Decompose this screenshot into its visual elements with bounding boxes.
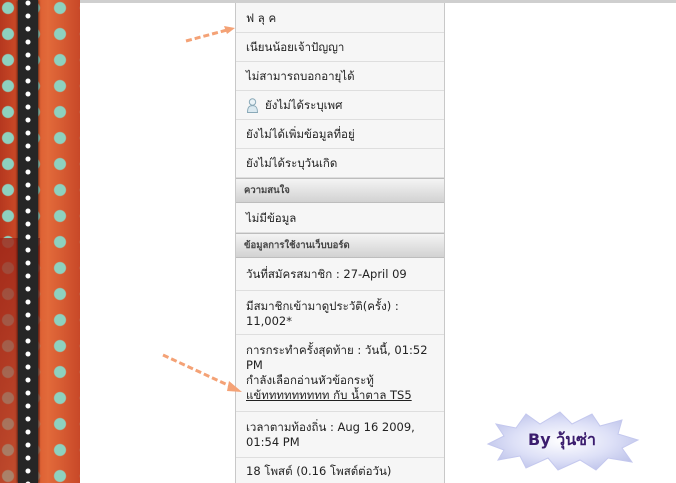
- last-action-text: การกระทำครั้งสุดท้าย : วันนี้, 01:52 PM: [246, 343, 428, 372]
- last-action-row: การกระทำครั้งสุดท้าย : วันนี้, 01:52 PM …: [236, 335, 444, 412]
- birthday-row: ยังไม่ได้ระบุวันเกิด: [236, 149, 444, 178]
- posts-text: 18 โพสต์ (0.16 โพสต์ต่อวัน): [246, 463, 392, 478]
- local-time-text: เวลาตามท้องถิ่น : Aug 16 2009, 01:54 PM: [246, 420, 415, 449]
- decorative-scrapbook-strip: [0, 0, 80, 483]
- address-text: ยังไม่ได้เพิ่มข้อมูลที่อยู่: [246, 127, 355, 141]
- profile-views-text: มีสมาชิกเข้ามาดูประวัติ(ครั้ง) : 11,002*: [246, 299, 399, 328]
- interests-header-label: ความสนใจ: [244, 185, 290, 196]
- reading-topic-link[interactable]: แข้ททททททททท กับ น้ำตาล TS5: [246, 388, 412, 402]
- age-text: ไม่สามารถบอกอายุได้: [246, 69, 355, 83]
- reading-prefix: กำลังเลือกอ่านหัวข้อกระทู้: [246, 373, 374, 387]
- interests-header: ความสนใจ: [236, 178, 444, 203]
- user-gender-icon: [246, 97, 259, 113]
- gender-row: ยังไม่ได้ระบุเพศ: [236, 91, 444, 120]
- stitched-ribbon: [18, 0, 38, 483]
- pointer-arrow-bottom: [162, 353, 242, 392]
- age-row: ไม่สามารถบอกอายุได้: [236, 62, 444, 91]
- profile-name-row: ฟ ลุ ค: [236, 3, 444, 33]
- board-info-header: ข้อมูลการใช้งานเว็บบอร์ด: [236, 233, 444, 258]
- birthday-text: ยังไม่ได้ระบุวันเกิด: [246, 156, 338, 170]
- member-title: เนียนน้อยเจ้าปัญญา: [246, 40, 345, 54]
- interests-value: ไม่มีข้อมูล: [246, 210, 297, 225]
- board-info-header-label: ข้อมูลการใช้งานเว็บบอร์ด: [244, 240, 350, 251]
- signature-text: By วุ้นซ่า: [528, 430, 596, 449]
- member-title-row: เนียนน้อยเจ้าปัญญา: [236, 33, 444, 62]
- profile-views-row: มีสมาชิกเข้ามาดูประวัติ(ครั้ง) : 11,002*: [236, 291, 444, 335]
- gender-text: ยังไม่ได้ระบุเพศ: [265, 98, 343, 112]
- joined-row: วันที่สมัครสมาชิก : 27-April 09: [236, 258, 444, 291]
- posts-row: 18 โพสต์ (0.16 โพสต์ต่อวัน): [236, 458, 444, 483]
- profile-panel: ฟ ลุ ค เนียนน้อยเจ้าปัญญา ไม่สามารถบอกอา…: [235, 3, 445, 483]
- pointer-arrow-top: [185, 26, 235, 43]
- joined-text: วันที่สมัครสมาชิก : 27-April 09: [246, 267, 407, 281]
- profile-name: ฟ ลุ ค: [246, 10, 277, 25]
- interests-row: ไม่มีข้อมูล: [236, 203, 444, 233]
- local-time-row: เวลาตามท้องถิ่น : Aug 16 2009, 01:54 PM: [236, 412, 444, 458]
- address-row: ยังไม่ได้เพิ่มข้อมูลที่อยู่: [236, 120, 444, 149]
